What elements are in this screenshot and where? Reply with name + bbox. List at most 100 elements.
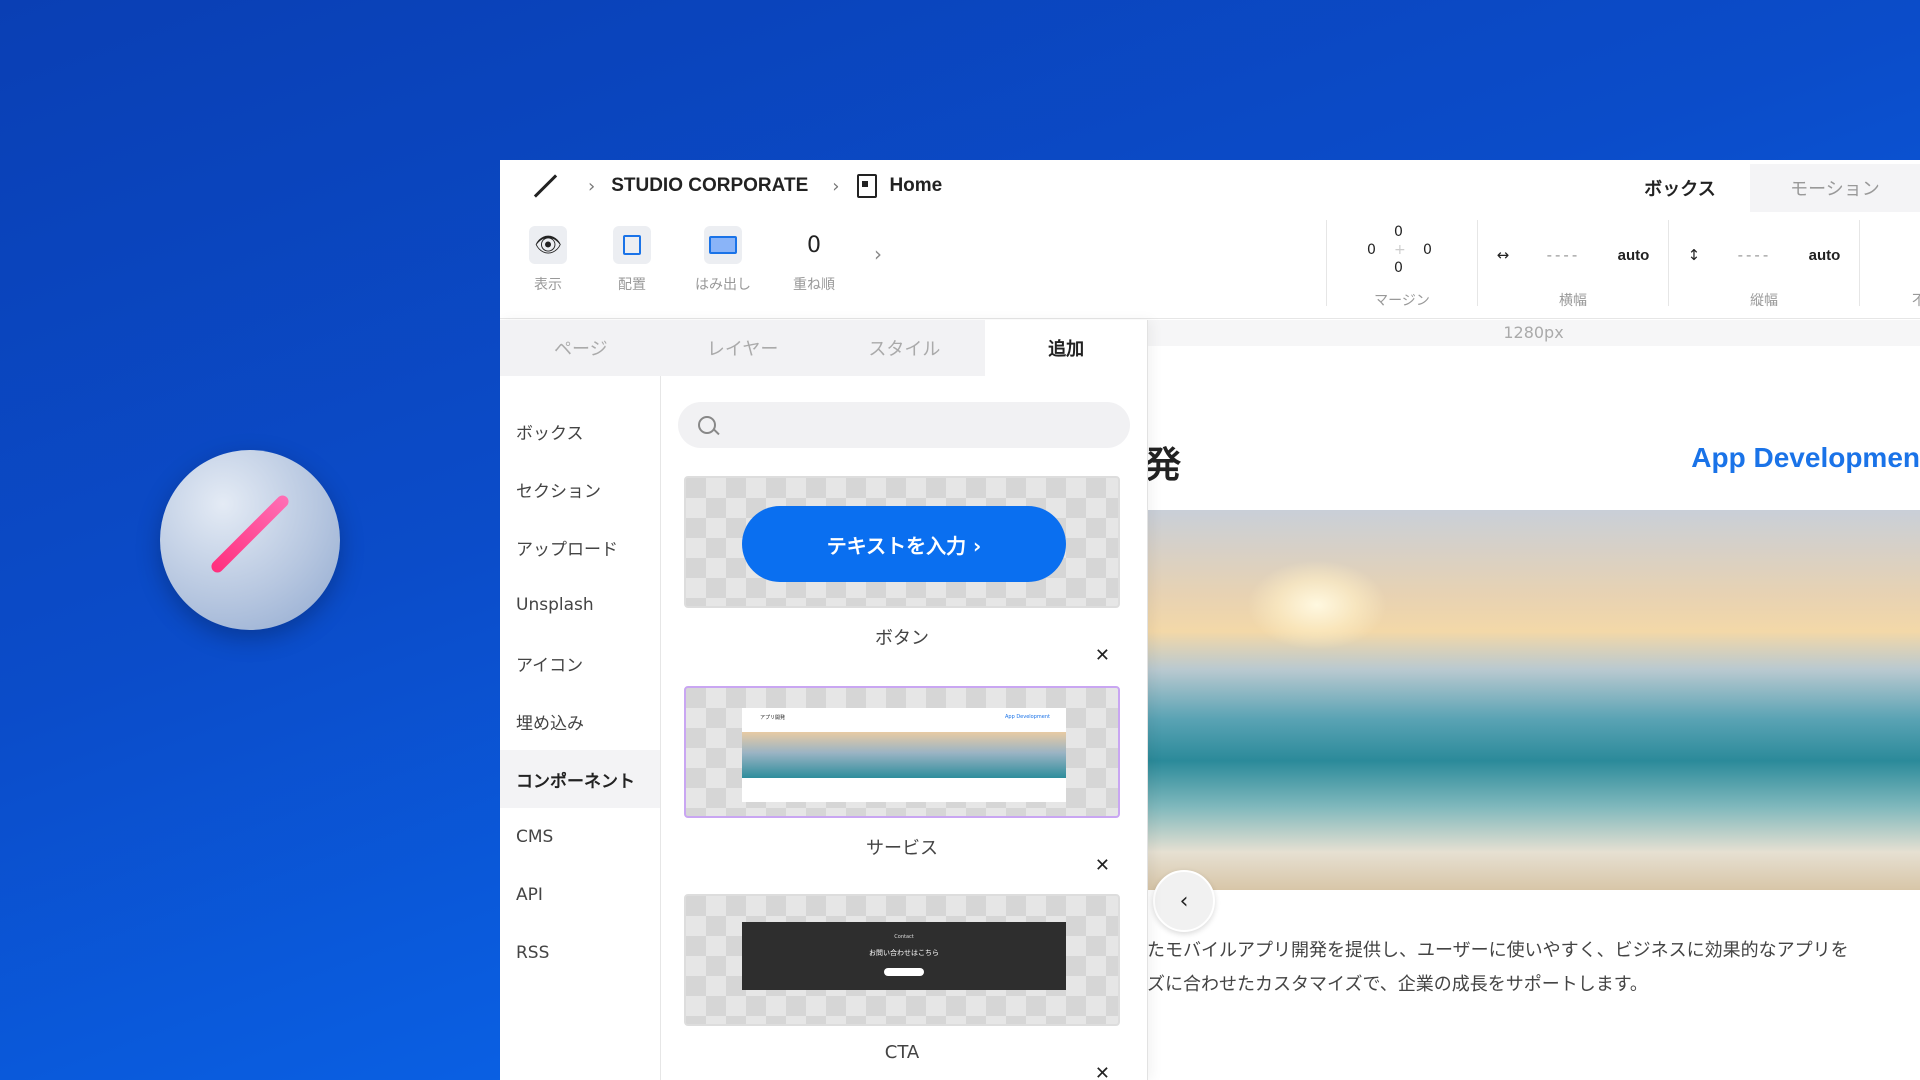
close-icon[interactable]: ✕ — [1095, 645, 1110, 666]
pen-stroke-icon — [208, 492, 292, 576]
margin-left[interactable]: 0 — [1367, 242, 1376, 258]
margin-grid: 0 0 + 0 0 — [1327, 220, 1477, 290]
editor-window: › STUDIO CORPORATE › Home ボックス モーション 👁 表… — [500, 160, 1920, 1080]
category-section[interactable]: セクション — [500, 460, 660, 518]
component-card-service[interactable]: アプリ開発 App Development サービス ✕ — [684, 686, 1120, 876]
height-control[interactable]: ↕ ---- auto 縦幅 — [1668, 220, 1859, 309]
chevron-right-icon[interactable]: › — [874, 242, 882, 266]
category-list: ボックス セクション アップロード Unsplash アイコン 埋め込み コンポ… — [500, 376, 661, 1080]
body-line: ズに合わせたカスタマイズで、企業の成長をサポートします。 — [1147, 974, 1648, 995]
visibility-tool[interactable]: 👁 表示 — [508, 226, 588, 294]
category-embed[interactable]: 埋め込み — [500, 692, 660, 750]
height-row: ↕ ---- auto — [1669, 220, 1859, 290]
z-order-tool[interactable]: 0 重ね順 — [774, 226, 854, 294]
eye-icon: 👁 — [529, 226, 567, 264]
tab-style[interactable]: スタイル — [824, 320, 986, 376]
position-tool[interactable]: 配置 — [592, 226, 672, 294]
add-panel: ページ レイヤー スタイル 追加 ボックス セクション アップロード Unspl… — [500, 320, 1148, 1080]
chevron-right-icon: › — [832, 175, 840, 197]
opacity-label: 不透 — [1912, 293, 1920, 309]
category-component[interactable]: コンポーネント — [500, 750, 660, 808]
service-preview: アプリ開発 App Development — [742, 708, 1066, 802]
section-body-text[interactable]: たモバイルアプリ開発を提供し、ユーザーに使いやすく、ビジネスに効果的なアプリを … — [1147, 934, 1920, 1002]
width-mode[interactable]: auto — [1618, 247, 1650, 264]
category-upload[interactable]: アップロード — [500, 518, 660, 576]
service-preview-title: アプリ開発 — [760, 715, 786, 721]
cta-preview: Contact お問い合わせはこちら — [742, 922, 1066, 990]
z-order-value[interactable]: 0 — [774, 226, 854, 264]
horizontal-arrows-icon: ↔ — [1496, 246, 1510, 264]
search-input[interactable] — [678, 402, 1130, 448]
layout-properties: 0 0 + 0 0 マージン ↔ ---- auto 横幅 ↕ ---- aut… — [1326, 212, 1920, 318]
top-bar: › STUDIO CORPORATE › Home ボックス モーション — [500, 160, 1920, 212]
category-icon[interactable]: アイコン — [500, 634, 660, 692]
close-icon[interactable]: ✕ — [1095, 1063, 1110, 1080]
carousel-prev-button[interactable]: ‹ — [1153, 870, 1215, 932]
design-canvas[interactable]: 1280px 発 App Developmen ‹ たモバイルアプリ開発を提供し… — [1145, 320, 1920, 1080]
tool-label: はみ出し — [695, 277, 751, 293]
tab-add[interactable]: 追加 — [985, 320, 1147, 376]
tab-page[interactable]: ページ — [500, 320, 662, 376]
button-preview: テキストを入力 › — [742, 506, 1066, 582]
app-logo — [160, 450, 340, 630]
component-thumbnail[interactable]: テキストを入力 › — [684, 476, 1120, 608]
component-card-button[interactable]: テキストを入力 › ボタン ✕ — [684, 476, 1120, 666]
panel-tabs: ページ レイヤー スタイル 追加 — [500, 320, 1147, 376]
property-toolbar: 👁 表示 配置 はみ出し 0 重ね順 › 0 0 + 0 0 マージン ↔ --… — [500, 212, 1920, 319]
overflow-icon — [704, 226, 742, 264]
component-card-cta[interactable]: Contact お問い合わせはこちら CTA ✕ — [684, 894, 1120, 1080]
tab-box[interactable]: ボックス — [1610, 164, 1750, 212]
cta-preview-button — [884, 968, 924, 976]
component-list: テキストを入力 › ボタン ✕ アプリ開発 App Development サー… — [660, 376, 1147, 1080]
margin-top[interactable]: 0 — [1394, 224, 1403, 240]
tab-layer[interactable]: レイヤー — [662, 320, 824, 376]
height-label: 縦幅 — [1750, 293, 1778, 309]
tool-label: 表示 — [534, 277, 562, 293]
category-unsplash[interactable]: Unsplash — [500, 576, 660, 634]
category-box[interactable]: ボックス — [500, 402, 660, 460]
width-row: ↔ ---- auto — [1478, 220, 1668, 290]
home-page-icon — [857, 174, 878, 198]
search-icon — [698, 416, 716, 434]
opacity-control[interactable]: 1 不透 — [1859, 220, 1920, 309]
cta-preview-label: Contact — [894, 934, 914, 940]
margin-right[interactable]: 0 — [1423, 242, 1432, 258]
pen-icon[interactable] — [534, 174, 558, 198]
sun-glow — [1247, 560, 1387, 650]
section-heading[interactable]: 発 — [1145, 436, 1181, 488]
canvas-width-ruler: 1280px — [1147, 320, 1920, 346]
width-control[interactable]: ↔ ---- auto 横幅 — [1477, 220, 1668, 309]
close-icon[interactable]: ✕ — [1095, 855, 1110, 876]
hero-image[interactable] — [1147, 510, 1920, 890]
breadcrumb-project[interactable]: STUDIO CORPORATE — [611, 175, 808, 197]
margin-control[interactable]: 0 0 + 0 0 マージン — [1326, 220, 1477, 309]
component-name: CTA — [884, 1042, 920, 1063]
service-preview-image — [742, 732, 1066, 778]
overflow-tool[interactable]: はみ出し — [683, 226, 763, 294]
category-cms[interactable]: CMS — [500, 808, 660, 866]
vertical-arrows-icon: ↕ — [1687, 246, 1701, 264]
body-line: たモバイルアプリ開発を提供し、ユーザーに使いやすく、ビジネスに効果的なアプリを — [1147, 940, 1849, 961]
component-name: サービス — [866, 838, 938, 859]
margin-bottom[interactable]: 0 — [1394, 260, 1403, 276]
component-thumbnail[interactable]: Contact お問い合わせはこちら — [684, 894, 1120, 1026]
chevron-right-icon: › — [588, 175, 596, 197]
category-api[interactable]: API — [500, 866, 660, 924]
position-icon — [613, 226, 651, 264]
opacity-value[interactable]: 1 — [1860, 220, 1920, 290]
service-preview-link: App Development — [1004, 714, 1050, 720]
width-value[interactable]: ---- — [1547, 246, 1581, 264]
tool-label: 重ね順 — [793, 277, 835, 293]
height-mode[interactable]: auto — [1809, 247, 1841, 264]
width-label: 横幅 — [1559, 293, 1587, 309]
component-thumbnail[interactable]: アプリ開発 App Development — [684, 686, 1120, 818]
tool-label: 配置 — [618, 277, 646, 293]
margin-center-icon: + — [1394, 242, 1406, 258]
inspector-tabs: ボックス モーション — [1610, 164, 1920, 212]
height-value[interactable]: ---- — [1738, 246, 1772, 264]
section-heading-en[interactable]: App Developmen — [1691, 442, 1920, 474]
tab-motion[interactable]: モーション — [1750, 164, 1920, 212]
component-name: ボタン — [875, 628, 929, 649]
breadcrumb-page[interactable]: Home — [889, 175, 942, 197]
category-rss[interactable]: RSS — [500, 924, 660, 982]
